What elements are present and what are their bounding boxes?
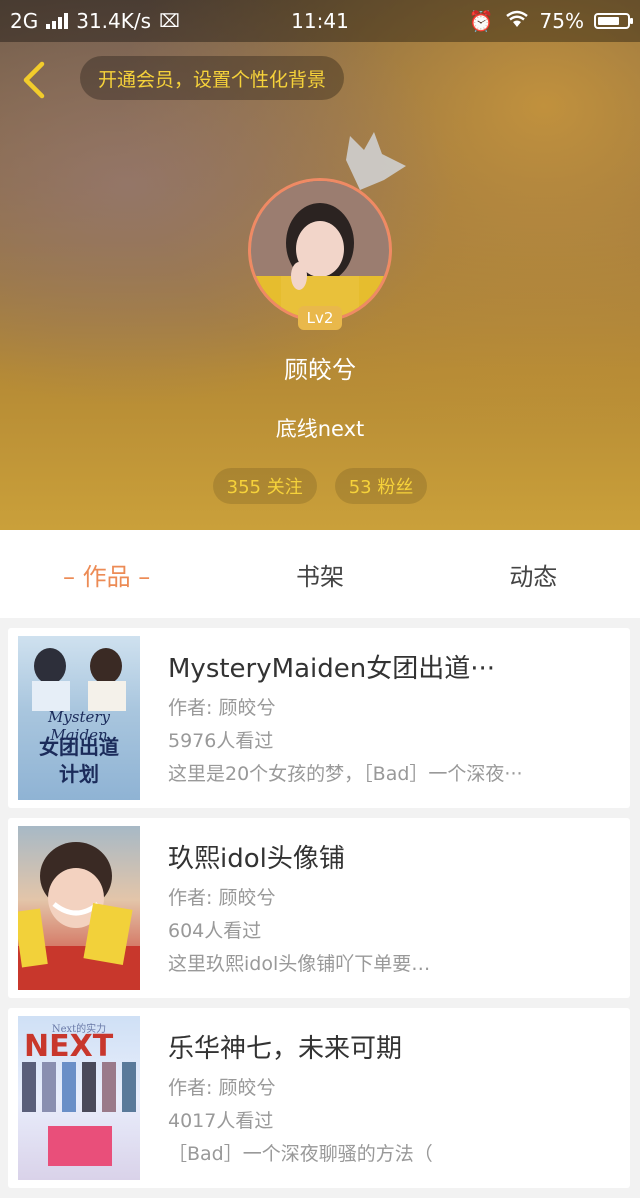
- status-bar: 2G 31.4K/s ⌧ 11:41 ⏰ 75%: [0, 0, 640, 42]
- work-info: MysteryMaiden女团出道··· 作者: 顾皎兮 5976人看过 这里是…: [168, 648, 614, 786]
- followers-count[interactable]: 53 粉丝: [334, 468, 428, 504]
- list-item[interactable]: 玖熙idol头像铺 作者: 顾皎兮 604人看过 这里玖熙idol头像铺吖下单要…: [8, 818, 630, 998]
- profile-tabs: – 作品 – 书架 动态: [0, 530, 640, 618]
- wifi-icon: [504, 9, 530, 34]
- vip-background-prompt[interactable]: 开通会员，设置个性化背景: [80, 56, 345, 100]
- book-cover: [18, 826, 140, 990]
- works-list: Mystery Maiden 女团出道 计划 MysteryMaiden女团出道…: [8, 628, 630, 1198]
- tab-activity[interactable]: 动态: [427, 530, 640, 618]
- avatar-image: [251, 181, 389, 319]
- work-title: MysteryMaiden女团出道···: [168, 654, 495, 684]
- alarm-icon: ⏰: [468, 9, 494, 33]
- follow-stats: 355 关注 53 粉丝: [0, 468, 640, 504]
- list-item[interactable]: Mystery Maiden 女团出道 计划 MysteryMaiden女团出道…: [8, 628, 630, 808]
- work-author: 作者: 顾皎兮: [168, 1077, 276, 1099]
- battery-fill: [598, 17, 619, 25]
- avatar[interactable]: [248, 178, 392, 322]
- work-desc: 这里是20个女孩的梦，［Bad］一个深夜···: [168, 763, 523, 785]
- work-views: 5976人看过: [168, 730, 274, 752]
- profile-header: 2G 31.4K/s ⌧ 11:41 ⏰ 75% 开通会员，设置个性化背景 Lv…: [0, 0, 640, 530]
- work-title: 乐华神七，未来可期: [168, 1034, 403, 1064]
- cover-title-cn: 女团出道: [39, 735, 119, 759]
- work-views: 4017人看过: [168, 1110, 274, 1132]
- tab-works[interactable]: – 作品 –: [0, 530, 213, 618]
- work-views: 604人看过: [168, 920, 262, 942]
- work-title: 玖熙idol头像铺: [168, 844, 345, 874]
- work-desc: 这里玖熙idol头像铺吖下单要…: [168, 953, 431, 975]
- back-button[interactable]: [18, 60, 54, 100]
- user-signature: 底线next: [275, 417, 365, 441]
- work-info: 玖熙idol头像铺 作者: 顾皎兮 604人看过 这里玖熙idol头像铺吖下单要…: [168, 838, 614, 976]
- svg-text:NEXT: NEXT: [24, 1029, 114, 1064]
- battery-percent: 75%: [539, 9, 584, 33]
- cover-illustration: NEXT: [22, 1029, 136, 1166]
- status-right: ⏰ 75%: [468, 9, 633, 34]
- cover-illustration: [18, 842, 140, 990]
- book-cover: Next的实力 NEXT: [18, 1016, 140, 1180]
- level-badge: Lv2: [298, 306, 342, 330]
- work-info: 乐华神七，未来可期 作者: 顾皎兮 4017人看过 ［Bad］一个深夜聊骚的方法…: [168, 1028, 614, 1166]
- tab-bookshelf[interactable]: 书架: [213, 530, 426, 618]
- chevron-left-icon: [23, 61, 45, 99]
- vip-prompt-text: 开通会员，设置个性化背景: [98, 68, 327, 91]
- cover-title-cn-2: 计划: [59, 762, 99, 786]
- book-cover: Mystery Maiden 女团出道 计划: [18, 636, 140, 800]
- work-author: 作者: 顾皎兮: [168, 697, 276, 719]
- work-desc: ［Bad］一个深夜聊骚的方法（: [168, 1143, 433, 1165]
- user-name: 顾皎兮: [284, 356, 356, 384]
- following-count[interactable]: 355 关注: [212, 468, 317, 504]
- work-author: 作者: 顾皎兮: [168, 887, 276, 909]
- list-item[interactable]: Next的实力 NEXT 乐华神七，未来可期 作者: 顾皎兮 4017人看过 ［…: [8, 1008, 630, 1188]
- avatar-container[interactable]: Lv2: [248, 178, 392, 330]
- battery-icon: [594, 13, 633, 29]
